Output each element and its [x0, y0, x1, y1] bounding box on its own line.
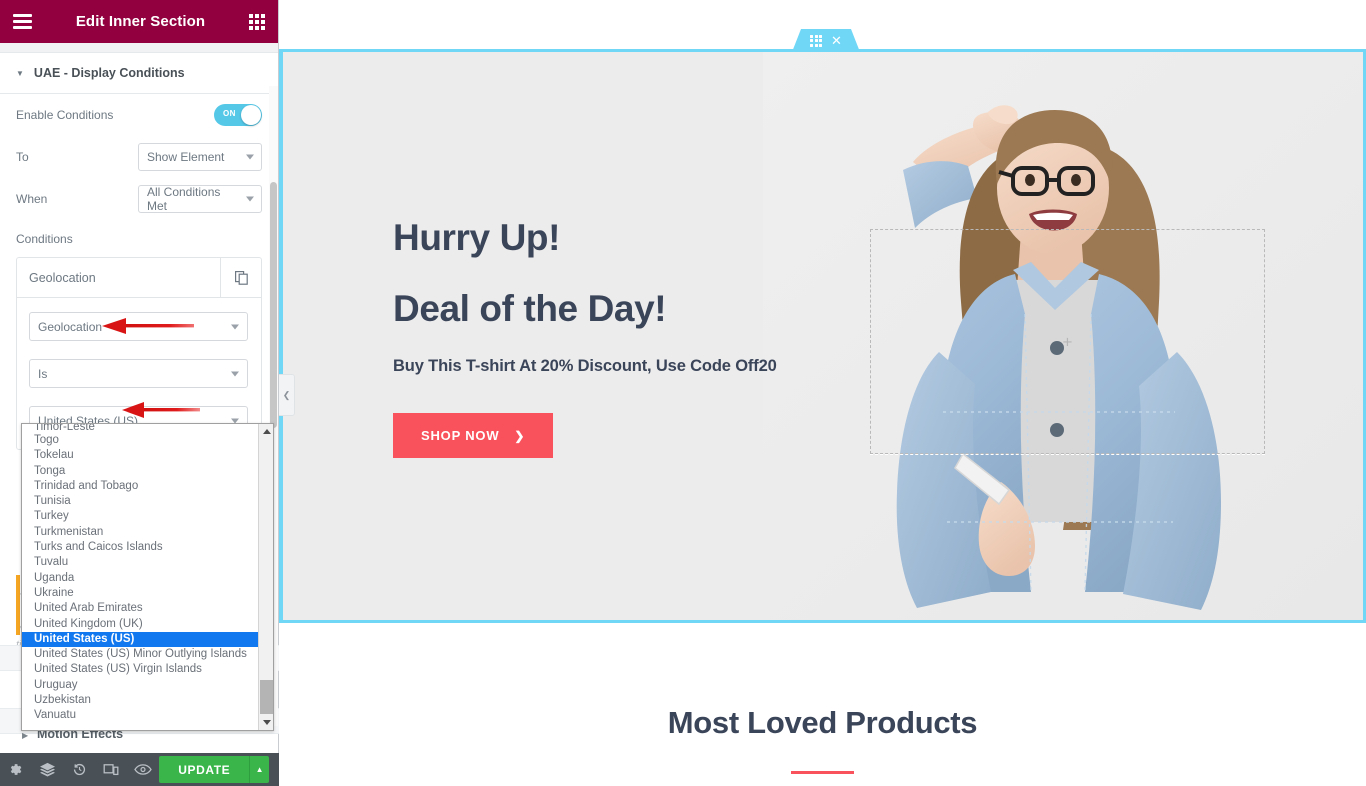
dropdown-scrollbar-thumb[interactable]	[260, 680, 273, 714]
section-grid-handle-icon[interactable]	[810, 34, 823, 47]
scroll-down-arrow-icon[interactable]	[259, 715, 274, 730]
products-section: Most Loved Products	[279, 623, 1366, 786]
hero-heading-2: Deal of the Day!	[393, 287, 667, 329]
toggle-knob	[241, 105, 261, 125]
condition-item: Geolocation Geolocation Is United States…	[16, 257, 262, 450]
list-item-selected[interactable]: United States (US)	[22, 631, 258, 648]
layers-icon[interactable]	[32, 753, 64, 786]
title-underline	[791, 771, 854, 774]
page-preview-canvas[interactable]: Hurry Up! Deal of the Day! Buy This T-sh…	[279, 0, 1366, 786]
history-icon[interactable]	[64, 753, 96, 786]
empty-column-dropzone[interactable]: +	[870, 229, 1265, 454]
scroll-up-arrow-icon[interactable]	[259, 424, 274, 439]
list-item[interactable]: Trinidad and Tobago	[22, 479, 258, 494]
responsive-mode-icon[interactable]	[96, 753, 128, 786]
list-item[interactable]: Timor-Leste	[22, 424, 258, 433]
list-item[interactable]: Tokelau	[22, 448, 258, 463]
to-select[interactable]: Show Element	[138, 143, 262, 171]
hero-section[interactable]: Hurry Up! Deal of the Day! Buy This T-sh…	[279, 49, 1366, 623]
conditions-label: Conditions	[16, 232, 73, 246]
caret-up-icon: ▲	[255, 765, 264, 774]
condition-name: Geolocation	[29, 270, 96, 285]
list-item[interactable]: Uzbekistan	[22, 693, 258, 708]
enable-conditions-toggle[interactable]: ON	[214, 104, 262, 126]
list-item[interactable]: Turkey	[22, 509, 258, 524]
list-item[interactable]: Turkmenistan	[22, 525, 258, 540]
list-item[interactable]: Tuvalu	[22, 555, 258, 570]
country-dropdown-list[interactable]: Timor-Leste Togo Tokelau Tonga Trinidad …	[21, 423, 274, 731]
list-item[interactable]: Vanuatu	[22, 708, 258, 723]
panel-tabs-strip	[0, 43, 278, 53]
plus-icon[interactable]: +	[1063, 333, 1073, 350]
country-dropdown-options: Timor-Leste Togo Tokelau Tonga Trinidad …	[22, 424, 258, 730]
display-conditions-section-header[interactable]: ▼ UAE - Display Conditions	[0, 53, 278, 94]
when-select[interactable]: All Conditions Met	[138, 185, 262, 213]
update-button[interactable]: UPDATE	[159, 756, 250, 783]
panel-header: Edit Inner Section	[0, 0, 278, 43]
panel-scrollbar-thumb[interactable]	[270, 182, 277, 428]
products-title: Most Loved Products	[667, 705, 978, 740]
list-item[interactable]: Turks and Caicos Islands	[22, 540, 258, 555]
hero-heading-1: Hurry Up!	[393, 217, 561, 258]
chevron-down-icon	[231, 371, 239, 376]
editor-panel: Edit Inner Section ▼ UAE - Display Condi…	[0, 0, 279, 786]
gear-icon[interactable]	[0, 753, 32, 786]
elementor-editor-screen: Hurry Up! Deal of the Day! Buy This T-sh…	[0, 0, 1366, 786]
duplicate-icon[interactable]	[220, 258, 261, 297]
toggle-state-label: ON	[223, 109, 236, 118]
display-conditions-title: UAE - Display Conditions	[33, 66, 185, 80]
shop-now-label: SHOP NOW	[421, 428, 500, 444]
list-item[interactable]: United Kingdom (UK)	[22, 617, 258, 632]
list-item[interactable]: United Arab Emirates	[22, 601, 258, 616]
chevron-down-icon	[231, 324, 239, 329]
to-select-value: Show Element	[147, 150, 225, 164]
update-options-button[interactable]: ▲	[249, 756, 269, 783]
condition-type-value: Geolocation	[38, 319, 103, 334]
canvas-scroll-area: Hurry Up! Deal of the Day! Buy This T-sh…	[279, 0, 1366, 786]
hamburger-icon[interactable]	[13, 14, 32, 29]
to-label: To	[16, 150, 29, 164]
caret-down-icon: ▼	[16, 68, 24, 78]
list-item[interactable]: Ukraine	[22, 586, 258, 601]
list-item[interactable]: Tonga	[22, 464, 258, 479]
panel-title: Edit Inner Section	[75, 13, 206, 30]
to-row: To Show Element	[16, 136, 262, 178]
eye-preview-icon[interactable]	[127, 753, 159, 786]
ghost-accent-bar	[16, 575, 20, 635]
list-item[interactable]: Tunisia	[22, 494, 258, 509]
list-item[interactable]: Togo	[22, 433, 258, 448]
chevron-left-icon: ❮	[282, 389, 291, 400]
when-row: When All Conditions Met	[16, 178, 262, 220]
ghost-caret-right-icon-2: ▶	[22, 731, 29, 740]
hero-text-block: Hurry Up! Deal of the Day! Buy This T-sh…	[393, 217, 863, 459]
column-divider-dashed	[870, 454, 1265, 455]
chevron-down-icon	[246, 154, 254, 160]
list-item[interactable]: Uruguay	[22, 678, 258, 693]
panel-collapse-toggle[interactable]: ❮	[279, 374, 295, 416]
list-item[interactable]: United States (US) Virgin Islands	[22, 662, 258, 677]
enable-conditions-row: Enable Conditions ON	[16, 94, 262, 136]
condition-operator-value: Is	[38, 366, 48, 381]
dropdown-scrollbar[interactable]	[258, 424, 273, 730]
when-select-value: All Conditions Met	[147, 185, 221, 213]
panel-footer-toolbar: UPDATE ▲	[0, 753, 279, 786]
list-item[interactable]: Uganda	[22, 571, 258, 586]
widgets-grid-icon[interactable]	[248, 13, 265, 30]
inner-section-handle[interactable]: ✕	[792, 29, 860, 52]
enable-conditions-label: Enable Conditions	[16, 108, 114, 122]
when-label: When	[16, 192, 48, 206]
condition-item-header[interactable]: Geolocation	[17, 258, 261, 298]
shop-now-button[interactable]: SHOP NOW ❯	[393, 413, 554, 459]
hero-subheading: Buy This T-shirt At 20% Discount, Use Co…	[393, 357, 777, 376]
list-item[interactable]: United States (US) Minor Outlying Island…	[22, 647, 258, 662]
condition-operator-select[interactable]: Is	[29, 359, 248, 388]
condition-type-select[interactable]: Geolocation	[29, 312, 248, 341]
chevron-right-icon: ❯	[514, 428, 526, 443]
chevron-down-icon	[246, 196, 254, 202]
close-icon[interactable]: ✕	[831, 34, 842, 47]
